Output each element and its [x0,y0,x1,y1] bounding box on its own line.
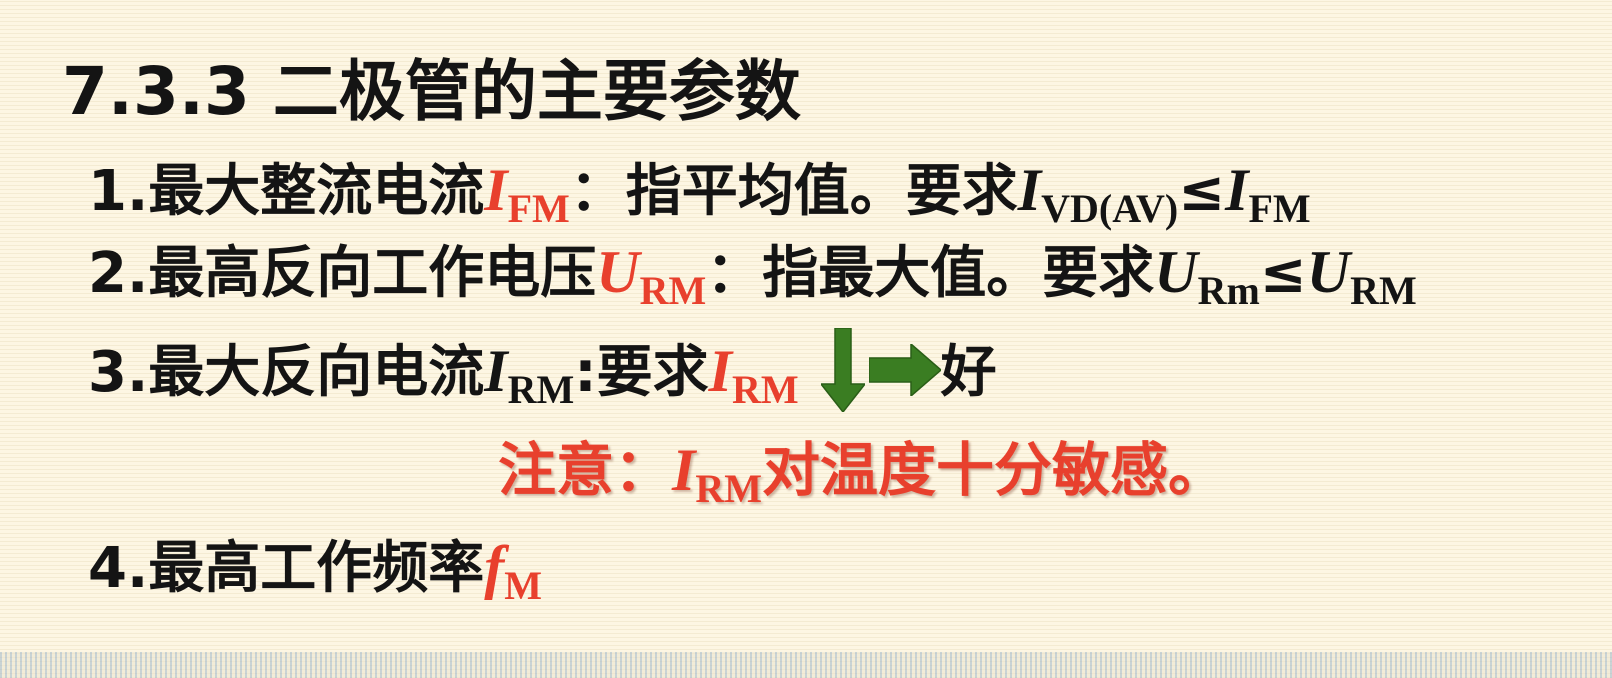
param-1-symbol: IFM [484,157,570,231]
slide-title: 7.3.3 二极管的主要参数 [62,53,801,130]
param-2-condition: URm≤URM [1154,239,1417,313]
param-2-symbol: URM [596,239,707,313]
param-2-desc: ：指最大值。要求 [706,241,1155,306]
param-4-label: 4.最高工作频率 [88,536,485,601]
bottom-decorative-strip [0,652,1612,678]
param-4-symbol: fM [484,534,542,608]
param-1-label: 1.最大整流电流 [88,159,485,224]
param-1-desc: ：指平均值。要求 [569,159,1018,224]
param-item-4: 4.最高工作频率fM [88,537,542,606]
param-3-label: 3.最大反向电流 [88,340,485,406]
param-3-condition: IRM [708,338,799,413]
param-3-desc: :要求 [574,340,709,406]
note-symbol: IRM [672,437,763,511]
note-prefix: 注意： [498,436,673,504]
param-3-symbol: IRM [484,338,575,413]
param-2-label: 2.最高反向工作电压 [88,241,597,306]
param-3-result: 好 [940,340,997,406]
param-1-condition: IVD(AV)≤IFM [1017,157,1311,231]
note-text: 对温度十分敏感。 [762,436,1227,504]
param-item-3: 3.最大反向电流IRM:要求IRM 好 [88,328,997,418]
arrow-right-icon [868,344,941,396]
temperature-note: 注意：IRM对温度十分敏感。 [498,440,1226,509]
param-item-2: 2.最高反向工作电压URM：指最大值。要求URm≤URM [88,242,1417,311]
param-item-1: 1.最大整流电流IFM：指平均值。要求IVD(AV)≤IFM [88,160,1311,229]
arrow-down-icon [820,328,865,412]
